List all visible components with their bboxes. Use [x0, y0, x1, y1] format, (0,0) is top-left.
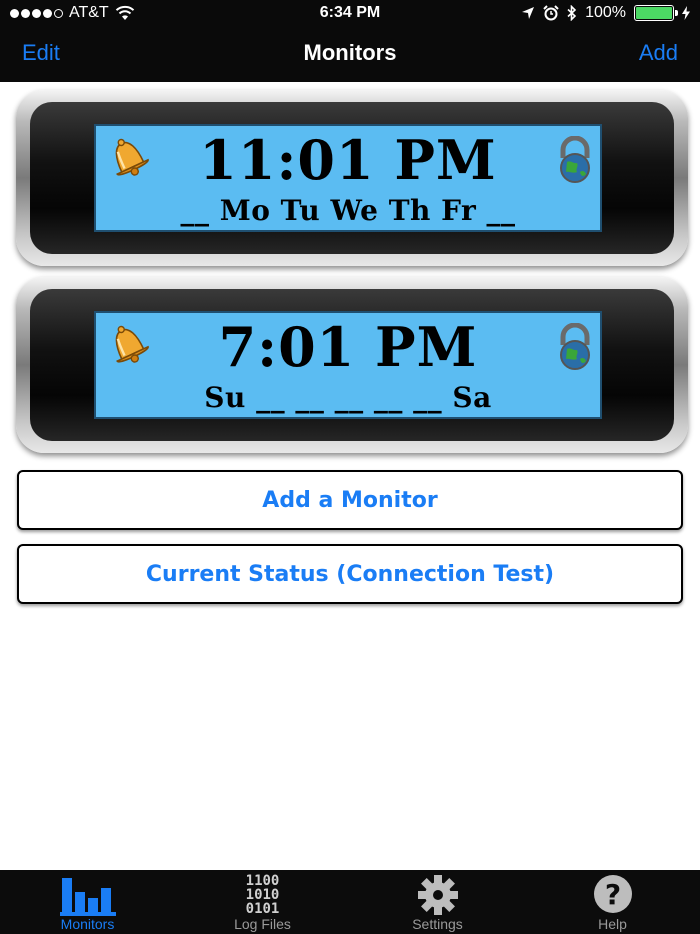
monitor-card[interactable]: 11:01 PM __ Mo Tu We Th Fr __: [16, 90, 688, 266]
tab-settings[interactable]: Settings: [350, 870, 525, 934]
globe-lock-icon: [560, 136, 590, 183]
monitor-time: 7:01 PM: [218, 315, 478, 379]
current-status-button[interactable]: Current Status (Connection Test): [17, 544, 683, 604]
monitor-screen: 11:01 PM __ Mo Tu We Th Fr __: [94, 124, 602, 232]
monitor-card[interactable]: 7:01 PM Su __ __ __ __ __ Sa: [16, 277, 688, 453]
battery-fill: [636, 7, 672, 19]
globe-lock-icon: [560, 323, 590, 370]
tab-monitors[interactable]: Monitors: [0, 870, 175, 934]
alarm-clock-icon: [543, 5, 559, 21]
tab-label: Monitors: [60, 916, 115, 932]
monitor-screen: 7:01 PM Su __ __ __ __ __ Sa: [94, 311, 602, 419]
tab-label: Log Files: [234, 916, 291, 932]
tab-label: Help: [598, 916, 627, 932]
charging-bolt-icon: [682, 6, 690, 20]
monitor-bezel: 7:01 PM Su __ __ __ __ __ Sa: [30, 289, 674, 441]
question-icon: ?: [593, 875, 632, 913]
status-bar: AT&T 6:34 PM 100%: [0, 0, 700, 28]
svg-text:?: ?: [604, 878, 620, 911]
tab-bar: Monitors 1100 1010 0101 Log Files Settin…: [0, 870, 700, 934]
tab-label: Settings: [412, 916, 463, 932]
battery-icon: [634, 5, 678, 21]
tab-log-files[interactable]: 1100 1010 0101 Log Files: [175, 870, 350, 934]
location-arrow-icon: [522, 7, 535, 19]
add-monitor-button[interactable]: Add a Monitor: [17, 470, 683, 530]
bluetooth-icon: [567, 5, 577, 21]
tab-help[interactable]: ? Help: [525, 870, 700, 934]
binary-icon: 1100 1010 0101: [245, 873, 280, 917]
status-right: 100%: [521, 4, 690, 22]
monitor-time: 11:01 PM: [199, 128, 497, 192]
battery-percent: 100%: [585, 4, 626, 21]
navigation-bar: Edit Monitors Add: [0, 28, 700, 82]
monitor-bezel: 11:01 PM __ Mo Tu We Th Fr __: [30, 102, 674, 254]
monitor-days: Su __ __ __ __ __ Sa: [204, 381, 492, 414]
bar-chart-icon: [59, 878, 116, 916]
add-button[interactable]: Add: [639, 40, 678, 66]
monitor-days: __ Mo Tu We Th Fr __: [180, 194, 516, 227]
gear-icon: [417, 875, 458, 915]
page-title: Monitors: [303, 40, 397, 65]
